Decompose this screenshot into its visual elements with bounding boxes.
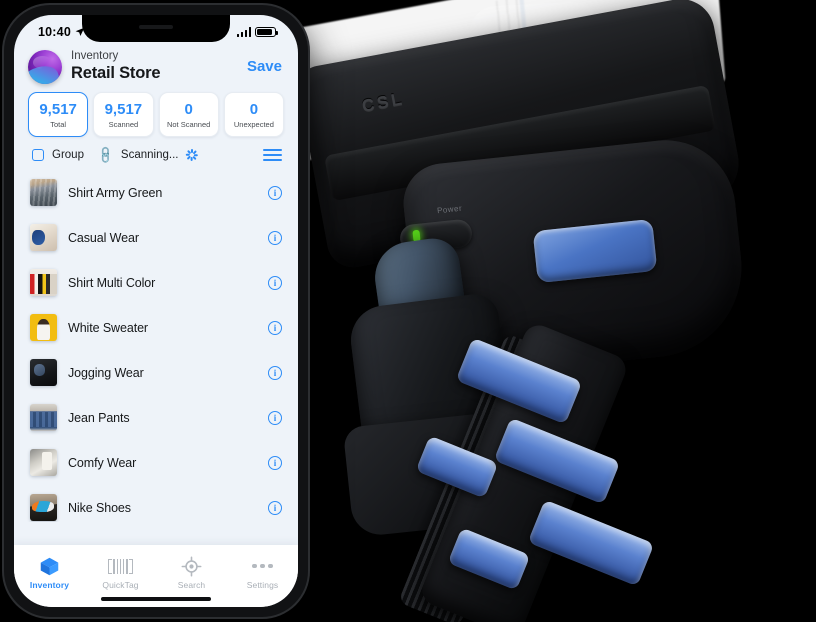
tab-label: QuickTag xyxy=(102,580,139,590)
app-header: Inventory Retail Store Save xyxy=(14,45,298,92)
stat-value: 0 xyxy=(184,101,193,118)
cube-icon xyxy=(14,555,85,577)
phone-screen: 10:40 Inventory Retail Store Save 9,517 … xyxy=(14,15,298,607)
info-icon[interactable]: i xyxy=(268,275,282,290)
item-label: Nike Shoes xyxy=(68,500,131,515)
item-thumbnail xyxy=(30,269,57,297)
save-button[interactable]: Save xyxy=(247,58,282,75)
list-item[interactable]: Shirt Army Green i xyxy=(14,170,298,215)
tab-search[interactable]: Search xyxy=(156,555,227,590)
stat-card-not-scanned[interactable]: 0 Not Scanned xyxy=(158,92,219,138)
info-icon[interactable]: i xyxy=(268,230,282,245)
scan-status-label: Scanning... xyxy=(120,149,179,162)
status-bar-right xyxy=(236,26,278,38)
stat-card-row: 9,517 Total 9,517 Scanned 0 Not Scanned … xyxy=(14,92,298,138)
list-toolbar: Group 🔗 Scanning... xyxy=(14,137,298,170)
list-item[interactable]: Jogging Wear i xyxy=(14,350,298,395)
inventory-list[interactable]: Shirt Army Green i Casual Wear i Shirt M… xyxy=(14,170,298,522)
item-label: White Sweater xyxy=(68,320,148,335)
screenshot-stage: CSL Power 10:40 Inventory Retail Store S… xyxy=(0,0,816,622)
item-thumbnail xyxy=(30,494,57,522)
tab-inventory[interactable]: Inventory xyxy=(14,555,85,590)
item-thumbnail xyxy=(30,404,57,432)
tab-label: Inventory xyxy=(29,580,70,590)
item-thumbnail xyxy=(30,359,57,387)
stat-card-unexpected[interactable]: 0 Unexpected xyxy=(223,92,284,138)
info-icon[interactable]: i xyxy=(268,320,282,335)
home-indicator xyxy=(101,597,211,601)
list-item[interactable]: Comfy Wear i xyxy=(14,440,298,485)
list-item[interactable]: Jean Pants i xyxy=(14,395,298,440)
stat-value: 0 xyxy=(249,101,259,118)
app-logo-sphere-icon xyxy=(28,49,62,84)
item-label: Jogging Wear xyxy=(68,365,144,380)
stat-value: 9,517 xyxy=(104,101,143,118)
info-icon[interactable]: i xyxy=(268,410,282,425)
header-text: Inventory Retail Store xyxy=(71,49,238,84)
loading-spinner-icon xyxy=(186,149,199,162)
group-checkbox[interactable] xyxy=(32,149,44,162)
group-label: Group xyxy=(52,149,84,162)
ellipsis-icon xyxy=(227,555,298,577)
page-title: Retail Store xyxy=(71,64,161,83)
barcode-icon xyxy=(85,555,156,577)
target-icon xyxy=(156,555,227,577)
item-thumbnail xyxy=(30,179,57,207)
status-bar-time: 10:40 xyxy=(38,25,71,39)
header-subtitle: Inventory xyxy=(71,50,119,62)
item-label: Comfy Wear xyxy=(68,455,137,470)
stat-caption: Total xyxy=(50,120,67,130)
tab-label: Settings xyxy=(246,580,279,590)
item-thumbnail xyxy=(30,224,57,252)
stat-caption: Unexpected xyxy=(233,120,274,130)
tab-settings[interactable]: Settings xyxy=(227,555,298,590)
stat-value: 9,517 xyxy=(39,101,77,118)
stat-card-total[interactable]: 9,517 Total xyxy=(28,92,89,138)
info-icon[interactable]: i xyxy=(268,500,282,515)
item-label: Casual Wear xyxy=(68,230,139,245)
cellular-signal-icon xyxy=(236,27,251,37)
tab-label: Search xyxy=(177,580,206,590)
item-thumbnail xyxy=(30,449,57,477)
tab-quicktag[interactable]: QuickTag xyxy=(85,555,156,590)
status-bar-left: 10:40 xyxy=(38,25,85,39)
info-icon[interactable]: i xyxy=(268,365,282,380)
link-icon[interactable]: 🔗 xyxy=(95,145,115,165)
battery-icon xyxy=(255,26,278,38)
list-item[interactable]: White Sweater i xyxy=(14,305,298,350)
list-item[interactable]: Nike Shoes i xyxy=(14,485,298,522)
list-item[interactable]: Casual Wear i xyxy=(14,215,298,260)
iphone-device: 10:40 Inventory Retail Store Save 9,517 … xyxy=(4,5,308,617)
stat-caption: Not Scanned xyxy=(166,120,211,130)
stat-card-scanned[interactable]: 9,517 Scanned xyxy=(93,92,154,138)
info-icon[interactable]: i xyxy=(268,185,282,200)
earpiece-speaker xyxy=(139,25,173,29)
phone-notch xyxy=(82,15,230,42)
reader-grip-band xyxy=(527,499,655,587)
item-label: Jean Pants xyxy=(68,410,130,425)
item-thumbnail xyxy=(30,314,57,342)
item-label: Shirt Army Green xyxy=(68,185,163,200)
list-item[interactable]: Shirt Multi Color i xyxy=(14,260,298,305)
info-icon[interactable]: i xyxy=(268,455,282,470)
item-label: Shirt Multi Color xyxy=(68,275,156,290)
hamburger-menu-icon[interactable] xyxy=(263,149,282,162)
stat-caption: Scanned xyxy=(108,120,139,130)
rfid-handheld-reader: CSL Power xyxy=(292,0,816,622)
